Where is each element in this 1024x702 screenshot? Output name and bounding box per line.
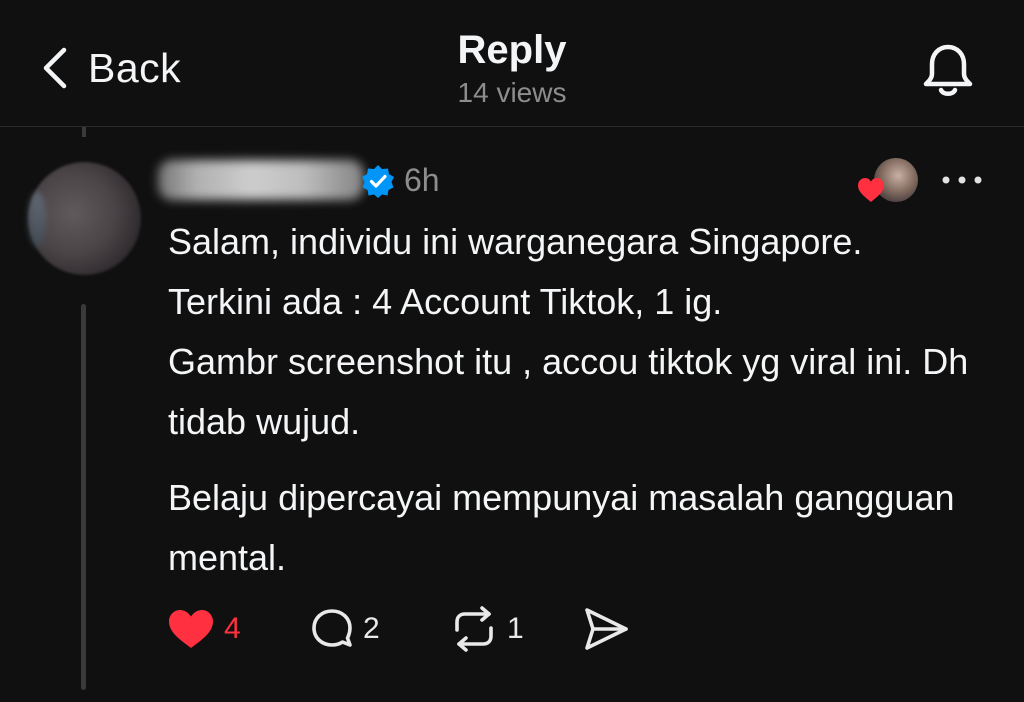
- repost-count: 1: [507, 612, 524, 645]
- like-count: 4: [224, 612, 241, 645]
- thread-line: [81, 304, 86, 690]
- bell-icon[interactable]: [918, 40, 978, 100]
- reply-button[interactable]: 2: [309, 604, 380, 654]
- reply-screen: Back Reply 14 views 6h Salam, individu i…: [0, 0, 1024, 702]
- post-time: 6h: [404, 162, 440, 198]
- author-username-redacted[interactable]: [158, 160, 364, 200]
- title-block: Reply 14 views: [0, 28, 1024, 109]
- verified-badge-icon: [362, 165, 394, 198]
- comment-icon: [312, 609, 352, 647]
- author-avatar[interactable]: [28, 162, 141, 275]
- repost-icon: [455, 606, 493, 652]
- post-paragraph: Salam, individu ini warganegara Singapor…: [168, 221, 863, 262]
- view-count: 14 views: [457, 77, 567, 108]
- repost-button[interactable]: 1: [449, 604, 524, 654]
- reply-count: 2: [363, 612, 380, 645]
- post-body: Salam, individu ini warganegara Singapor…: [168, 212, 988, 588]
- heart-icon: [169, 610, 213, 648]
- share-button[interactable]: [582, 604, 630, 654]
- send-icon: [585, 608, 628, 650]
- like-button[interactable]: 4: [166, 604, 241, 654]
- thread-line-top: [82, 127, 86, 137]
- heart-icon: [858, 178, 884, 202]
- more-horizontal-icon[interactable]: [938, 166, 986, 194]
- post-paragraph: Terkini ada : 4 Account Tiktok, 1 ig.: [168, 281, 723, 322]
- post-paragraph: Belaju dipercayai mempunyai masalah gang…: [168, 477, 955, 578]
- post-paragraph: Gambr screenshot itu , accou tiktok yg v…: [168, 341, 969, 442]
- top-bar: Back Reply 14 views: [0, 0, 1024, 127]
- page-title: Reply: [457, 28, 567, 72]
